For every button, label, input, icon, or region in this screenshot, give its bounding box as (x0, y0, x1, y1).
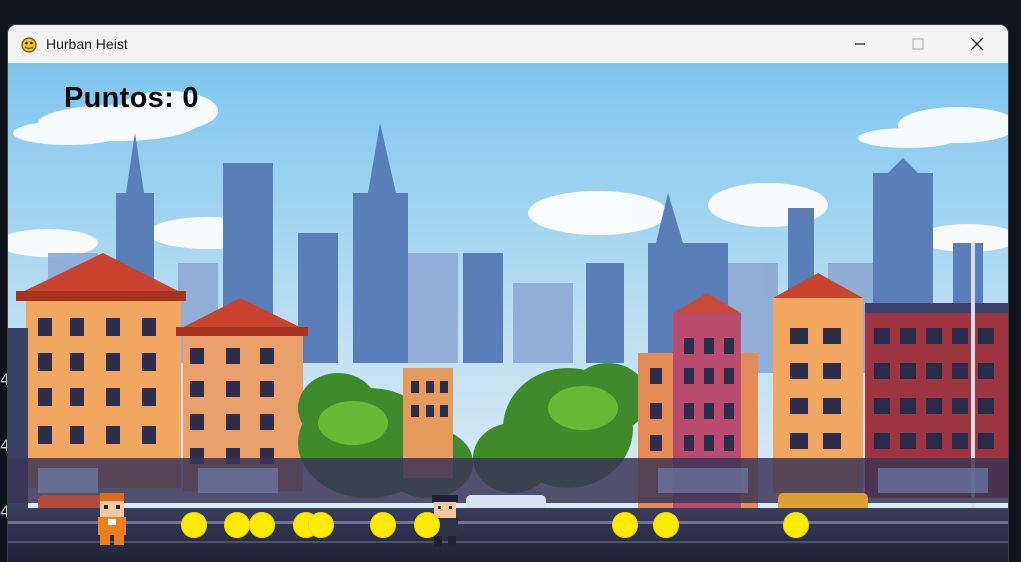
maximize-button[interactable] (889, 25, 947, 63)
close-button[interactable] (948, 25, 1006, 63)
coin (370, 512, 396, 538)
coin (249, 512, 275, 538)
player-thief-sprite (98, 493, 126, 545)
game-window: Hurban Heist Puntos: 0 (8, 25, 1008, 562)
coin (653, 512, 679, 538)
minimize-icon (855, 43, 865, 45)
pygame-snake-icon (20, 35, 38, 53)
score-label: Puntos: 0 (64, 82, 199, 114)
close-icon (970, 37, 984, 51)
minimize-button[interactable] (831, 25, 889, 63)
coin (224, 512, 250, 538)
coin (612, 512, 638, 538)
coin (414, 512, 440, 538)
maximize-icon (912, 38, 924, 50)
city-background (8, 63, 1008, 562)
coin (181, 512, 207, 538)
coin (308, 512, 334, 538)
window-title: Hurban Heist (46, 36, 128, 52)
title-bar[interactable]: Hurban Heist (8, 25, 1008, 63)
game-canvas[interactable]: Puntos: 0 (8, 63, 1008, 562)
coin (783, 512, 809, 538)
